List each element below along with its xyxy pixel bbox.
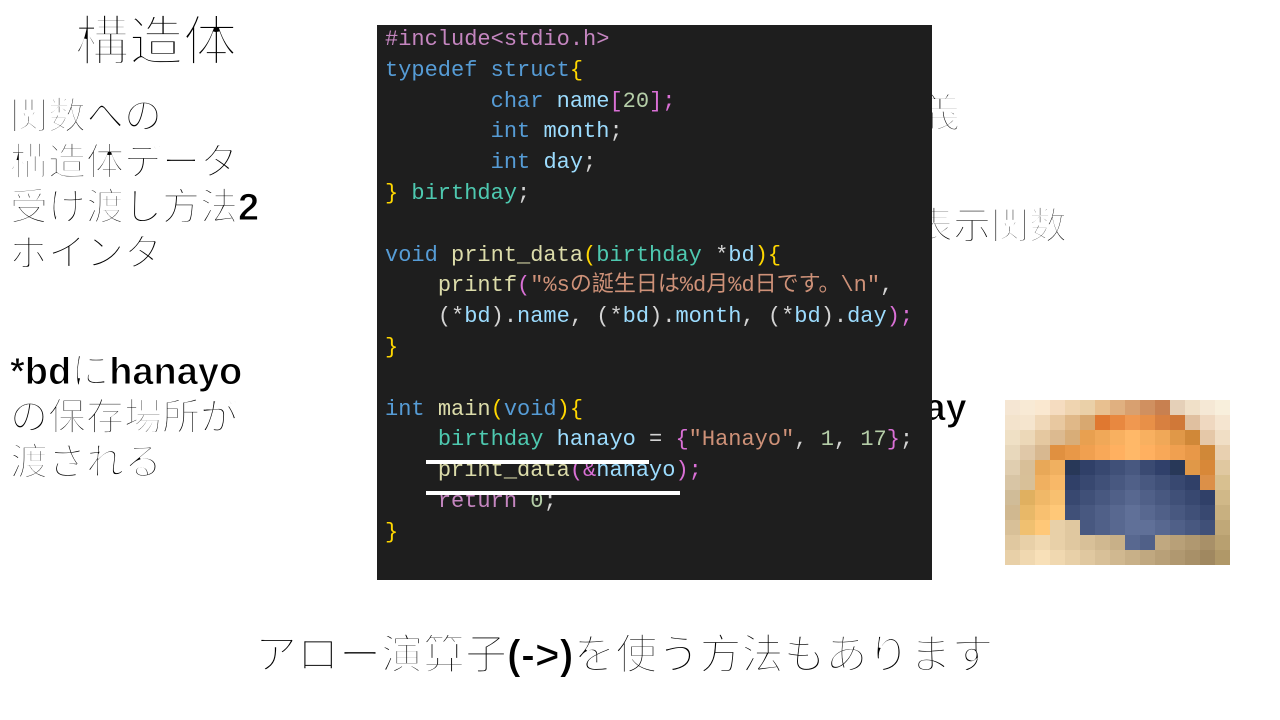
underline-1: [426, 460, 649, 464]
code-snippet: #include<stdio.h> typedef struct{ char n…: [377, 25, 932, 580]
subtitle-text: 関数への 構造体データ 受け渡し方法2 ポインタ: [10, 95, 259, 277]
underline-2: [426, 491, 680, 495]
note-pointer: *bdにhanayo の保存場所が 渡される: [10, 350, 242, 487]
mosaic-image: [1005, 400, 1230, 565]
page-title: 構造体: [75, 10, 237, 75]
bottom-caption: アロー演算子(->)を使う方法もあります: [255, 630, 994, 680]
